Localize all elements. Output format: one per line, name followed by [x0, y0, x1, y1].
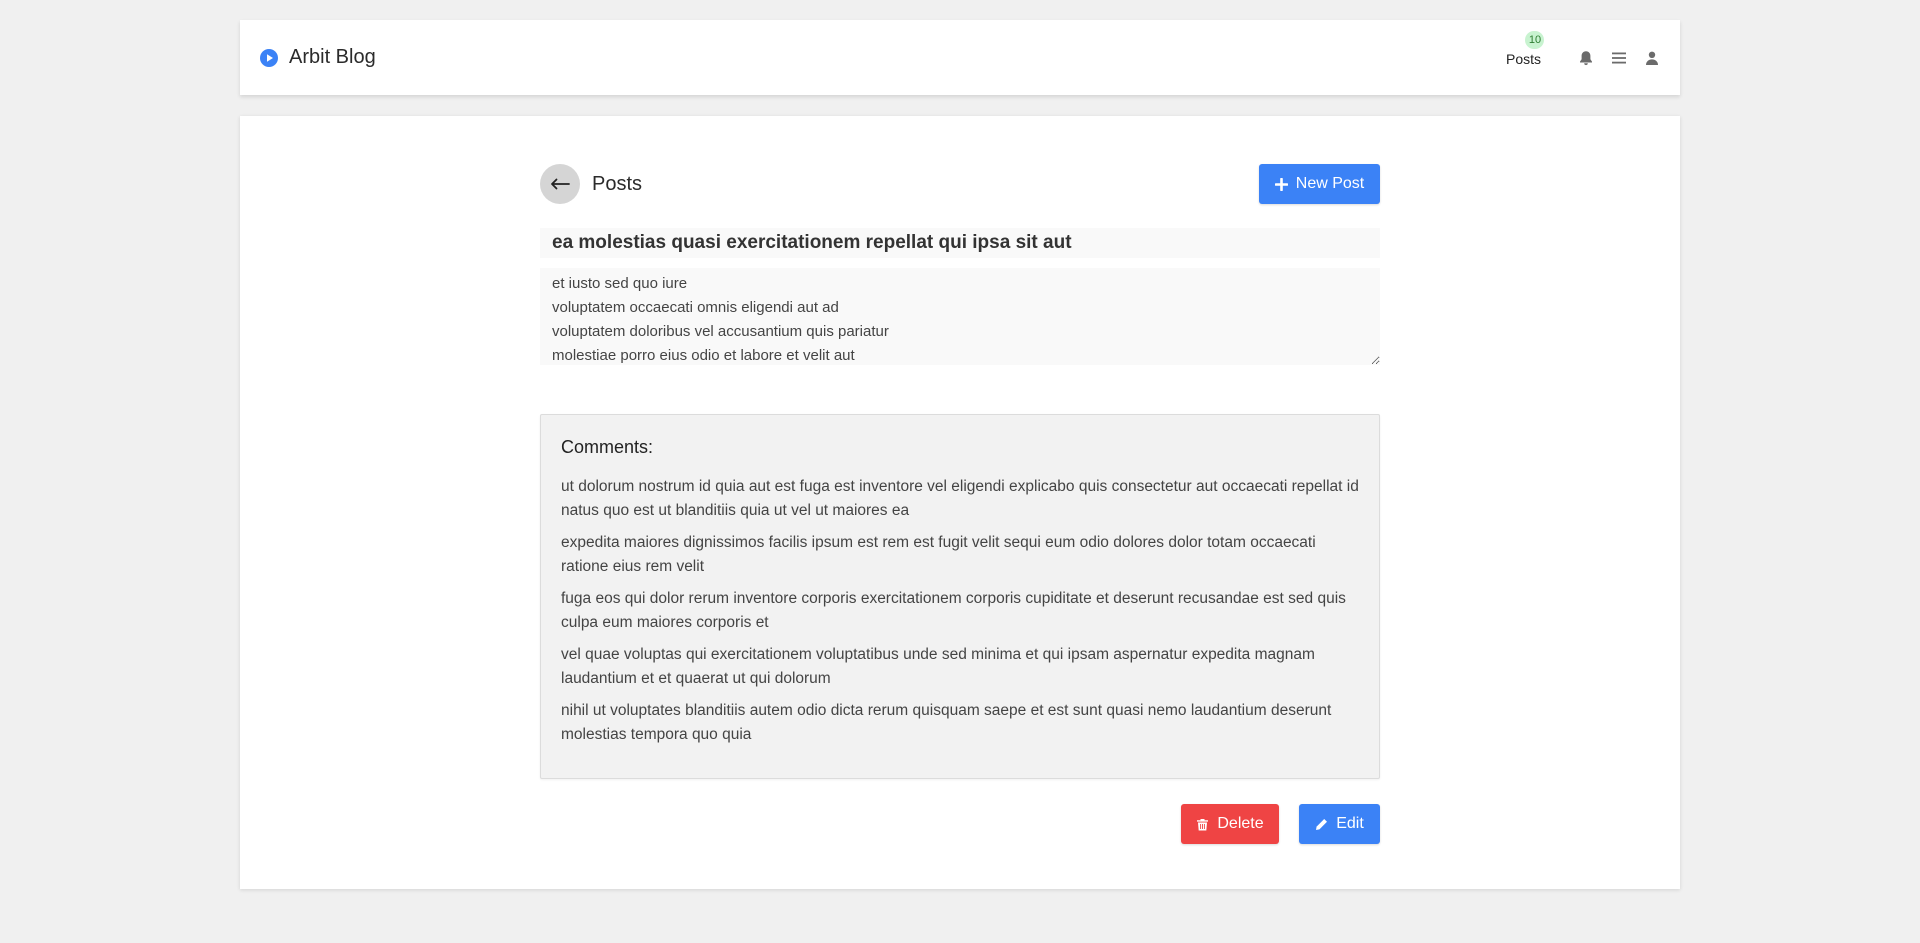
menu-icon[interactable] [1611, 50, 1627, 66]
posts-count-badge: 10 [1525, 30, 1545, 49]
new-post-button[interactable]: New Post [1259, 164, 1380, 204]
plus-icon [1274, 177, 1288, 191]
comment-item: expedita maiores dignissimos facilis ips… [561, 534, 1316, 575]
top-navbar: Arbit Blog 10 Posts [240, 20, 1680, 95]
trash-icon [1197, 818, 1209, 830]
delete-button[interactable]: Delete [1181, 804, 1279, 844]
back-button[interactable] [540, 164, 580, 204]
nav-posts-label: Posts [1505, 50, 1541, 67]
comment-item: fuga eos qui dolor rerum inventore corpo… [561, 590, 1346, 631]
post-actions: Delete Edit [540, 804, 1380, 844]
nav-posts-link[interactable]: 10 Posts [1505, 30, 1545, 67]
pencil-icon [1316, 818, 1328, 830]
bell-icon[interactable] [1578, 50, 1594, 66]
brand-title: Arbit Blog [289, 46, 376, 68]
post-body-textarea[interactable]: et iusto sed quo iure voluptatem occaeca… [540, 268, 1380, 365]
comments-section: Comments: ut dolorum nostrum id quia aut… [540, 414, 1380, 779]
comment-item: ut dolorum nostrum id quia aut est fuga … [561, 478, 1359, 519]
comments-heading: Comments: [561, 437, 654, 457]
arrow-left-icon [551, 178, 570, 190]
edit-button[interactable]: Edit [1299, 804, 1380, 844]
post-title-input[interactable] [540, 228, 1380, 258]
post-detail-content: Posts New Post et iusto sed quo iure vol… [540, 164, 1380, 844]
new-post-label: New Post [1295, 175, 1365, 192]
comment-item: nihil ut voluptates blanditiis autem odi… [561, 702, 1332, 743]
nav-actions: 10 Posts [1505, 30, 1660, 67]
brand[interactable]: Arbit Blog [260, 46, 376, 69]
play-circle-icon [260, 48, 278, 67]
page-title: Posts [592, 172, 643, 195]
page-header: Posts New Post [540, 164, 1380, 204]
user-icon[interactable] [1644, 50, 1660, 66]
edit-label: Edit [1336, 815, 1364, 832]
comment-item: vel quae voluptas qui exercitationem vol… [561, 646, 1315, 687]
post-detail-card: Posts New Post et iusto sed quo iure vol… [240, 116, 1680, 889]
delete-label: Delete [1217, 815, 1264, 832]
